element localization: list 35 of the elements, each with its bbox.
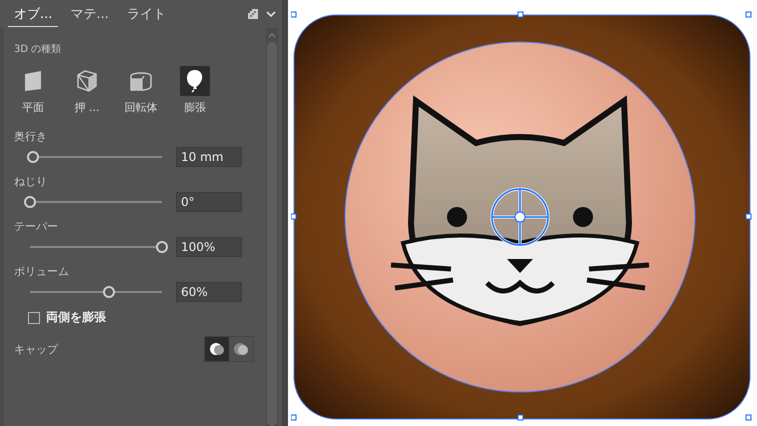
slider-label: 奥行き xyxy=(14,129,48,144)
balloon-icon xyxy=(186,69,204,93)
slider-label: ねじり xyxy=(14,174,48,189)
cap-on-icon xyxy=(209,341,225,357)
checkbox[interactable] xyxy=(28,312,40,324)
cap-off-icon xyxy=(233,341,249,357)
panel-tab[interactable]: マテ... xyxy=(64,1,115,27)
checkbox-label: 両側を膨張 xyxy=(46,309,106,326)
cap-button[interactable] xyxy=(205,337,229,361)
type-label: 平面 xyxy=(22,100,44,115)
chevron-down-icon[interactable] xyxy=(266,10,276,18)
plane-icon xyxy=(23,70,43,92)
value-field[interactable]: 0° xyxy=(176,192,242,212)
panel-tab[interactable]: ライト xyxy=(120,1,172,27)
cap-label: キャップ xyxy=(14,342,58,356)
type-button[interactable] xyxy=(180,66,210,96)
scrollbar[interactable] xyxy=(266,28,278,426)
type-label: 膨張 xyxy=(184,100,206,115)
panel-tab[interactable]: オブ... xyxy=(8,1,58,27)
type-label: 押 ... xyxy=(74,100,100,115)
slider-thumb[interactable] xyxy=(156,241,168,253)
slider-label: テーパー xyxy=(14,219,59,234)
slider-thumb[interactable] xyxy=(103,286,116,298)
scroll-up-icon[interactable] xyxy=(268,32,276,38)
value-field[interactable]: 10 mm xyxy=(176,147,242,167)
slider-thumb[interactable] xyxy=(24,196,36,208)
grid-icon[interactable] xyxy=(246,7,260,21)
cube-icon xyxy=(76,69,98,93)
value-field[interactable]: 60% xyxy=(176,282,242,302)
slider-thumb[interactable] xyxy=(26,151,39,163)
slider-label: ボリューム xyxy=(14,264,70,279)
section-title: 3D の種類 xyxy=(14,42,62,56)
cylinder-icon xyxy=(129,71,153,91)
type-label: 回転体 xyxy=(124,100,158,115)
value-field[interactable]: 100% xyxy=(176,237,242,257)
